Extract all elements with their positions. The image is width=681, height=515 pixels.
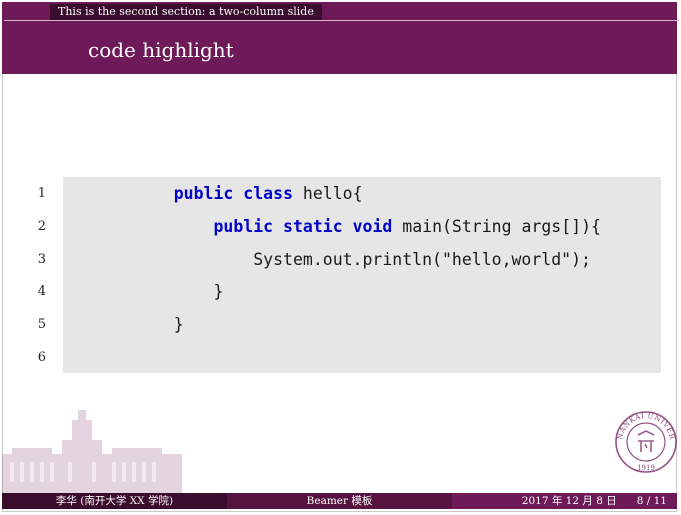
footer-page-number: 8 / 11	[636, 495, 667, 507]
code-text: main(String args[]){	[392, 216, 601, 236]
section-navigation-label[interactable]: This is the second section: a two-column…	[50, 4, 322, 20]
line-number: 3	[37, 251, 46, 267]
code-text: System.out.println("hello,world");	[253, 249, 591, 269]
nankai-university-seal-logo: NANKAI UNIVERSITY 1919	[614, 408, 677, 473]
code-block: public class hello{ public static void m…	[63, 177, 661, 373]
line-number: 4	[37, 284, 46, 300]
slide-header: This is the second section: a two-column…	[2, 2, 679, 74]
code-text: }	[213, 282, 224, 302]
footer-date-page: 2017 年 12 月 8 日 8 / 11	[452, 493, 677, 509]
code-line: }	[134, 312, 184, 338]
code-text: }	[173, 315, 184, 335]
seal-text: NANKAI UNIVERSITY	[614, 408, 676, 440]
code-line: public static void main(String args[]){	[134, 214, 601, 240]
seal-year: 1919	[637, 464, 655, 472]
footer-author: 李华 (南开大学 XX 学院)	[2, 493, 227, 509]
code-keyword: static	[283, 216, 343, 236]
code-keyword: class	[243, 184, 293, 203]
line-number: 2	[37, 218, 46, 234]
line-number: 5	[37, 317, 46, 333]
code-line: }	[134, 279, 223, 305]
code-keyword: public	[173, 184, 234, 203]
line-number: 6	[37, 350, 46, 365]
svg-text:NANKAI UNIVERSITY: NANKAI UNIVERSITY	[614, 408, 677, 440]
university-building-watermark	[2, 410, 182, 494]
code-text: hello{	[292, 184, 363, 203]
code-keyword: void	[352, 216, 393, 236]
footer-short-title: Beamer 模板	[227, 493, 452, 509]
line-number: 1	[37, 186, 46, 201]
code-line: System.out.println("hello,world");	[134, 247, 591, 273]
header-rule	[4, 20, 679, 21]
slide-footer: 李华 (南开大学 XX 学院) Beamer 模板 2017 年 12 月 8 …	[2, 493, 677, 509]
frame-title: code highlight	[88, 38, 234, 62]
footer-date: 2017 年 12 月 8 日	[521, 495, 617, 507]
code-line: public class hello{	[134, 181, 363, 207]
code-keyword: public	[213, 216, 274, 236]
